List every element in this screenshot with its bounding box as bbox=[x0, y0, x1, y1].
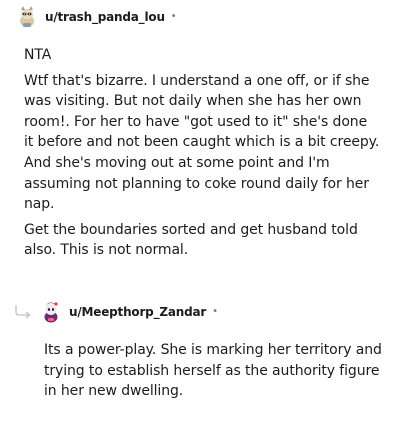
snoo-avatar-icon[interactable] bbox=[14, 4, 40, 30]
comment: u/trash_panda_lou • NTA Wtf that's bizar… bbox=[0, 0, 400, 258]
snoo-avatar-icon[interactable] bbox=[38, 299, 64, 325]
comment-username[interactable]: u/trash_panda_lou bbox=[45, 10, 165, 24]
comment-paragraph: Wtf that's bizarre. I understand a one o… bbox=[24, 72, 380, 213]
separator-dot: • bbox=[170, 11, 177, 22]
comment-username[interactable]: u/Meepthorp_Zandar bbox=[69, 305, 206, 319]
comment-header: u/Meepthorp_Zandar • bbox=[0, 296, 400, 328]
comment-body: NTA Wtf that's bizarre. I understand a o… bbox=[24, 45, 380, 266]
comment-header: u/trash_panda_lou • bbox=[0, 1, 400, 33]
comment-paragraph: Its a power-play. She is marking her ter… bbox=[44, 342, 382, 400]
comment-paragraph: NTA bbox=[24, 47, 52, 63]
reply-arrow-icon bbox=[14, 304, 34, 319]
comment-body: Its a power-play. She is marking her ter… bbox=[44, 340, 386, 407]
reply-comment: u/Meepthorp_Zandar • Its a power-play. S… bbox=[0, 296, 400, 399]
comment-paragraph: Get the boundaries sorted and get husban… bbox=[24, 221, 358, 259]
separator-dot: • bbox=[212, 306, 219, 317]
